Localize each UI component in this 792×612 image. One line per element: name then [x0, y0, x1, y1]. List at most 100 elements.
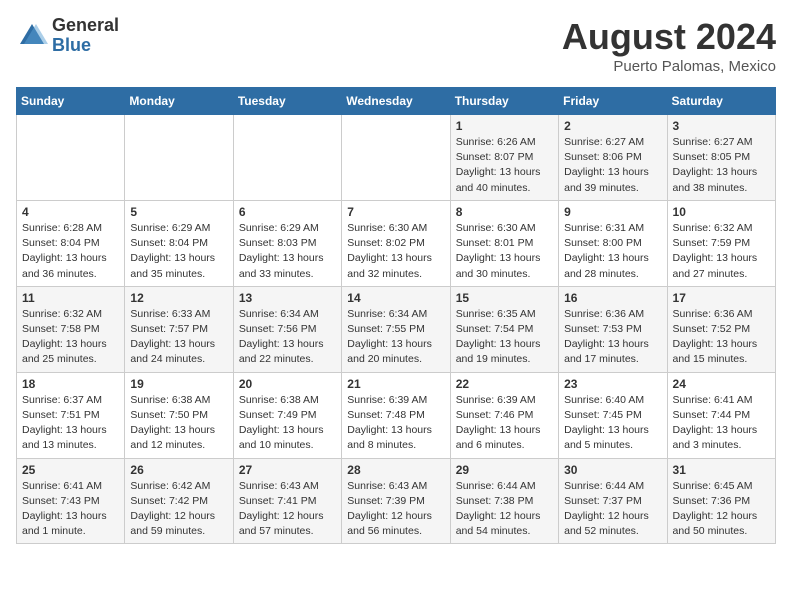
- day-info: Sunrise: 6:27 AM Sunset: 8:05 PM Dayligh…: [673, 135, 770, 196]
- day-info: Sunrise: 6:36 AM Sunset: 7:52 PM Dayligh…: [673, 307, 770, 368]
- calendar-cell: 23Sunrise: 6:40 AM Sunset: 7:45 PM Dayli…: [559, 372, 667, 458]
- day-info: Sunrise: 6:34 AM Sunset: 7:56 PM Dayligh…: [239, 307, 336, 368]
- day-number: 12: [130, 291, 227, 305]
- calendar-cell: 13Sunrise: 6:34 AM Sunset: 7:56 PM Dayli…: [233, 286, 341, 372]
- calendar-cell: 26Sunrise: 6:42 AM Sunset: 7:42 PM Dayli…: [125, 458, 233, 544]
- calendar-cell: [125, 115, 233, 201]
- day-info: Sunrise: 6:26 AM Sunset: 8:07 PM Dayligh…: [456, 135, 553, 196]
- calendar-header-saturday: Saturday: [667, 88, 775, 115]
- day-info: Sunrise: 6:39 AM Sunset: 7:48 PM Dayligh…: [347, 393, 444, 454]
- calendar-cell: 14Sunrise: 6:34 AM Sunset: 7:55 PM Dayli…: [342, 286, 450, 372]
- day-info: Sunrise: 6:43 AM Sunset: 7:41 PM Dayligh…: [239, 479, 336, 540]
- logo: General Blue: [16, 16, 119, 56]
- day-info: Sunrise: 6:41 AM Sunset: 7:43 PM Dayligh…: [22, 479, 119, 540]
- calendar-cell: 9 Sunrise: 6:31 AM Sunset: 8:00 PM Daylig…: [559, 200, 667, 286]
- day-number: 4: [22, 205, 119, 219]
- day-number: 24: [673, 377, 770, 391]
- day-info: Sunrise: 6:44 AM Sunset: 7:38 PM Dayligh…: [456, 479, 553, 540]
- day-info: Sunrise: 6:41 AM Sunset: 7:44 PM Dayligh…: [673, 393, 770, 454]
- title-block: August 2024 Puerto Palomas, Mexico: [562, 16, 776, 75]
- calendar-cell: 3 Sunrise: 6:27 AM Sunset: 8:05 PM Daylig…: [667, 115, 775, 201]
- day-info: Sunrise: 6:31 AM Sunset: 8:00 PM Dayligh…: [564, 221, 661, 282]
- calendar-cell: 31 Sunrise: 6:45 AM Sunset: 7:36 PM Dayli…: [667, 458, 775, 544]
- calendar-cell: 4 Sunrise: 6:28 AM Sunset: 8:04 PM Daylig…: [17, 200, 125, 286]
- calendar-cell: 20 Sunrise: 6:38 AM Sunset: 7:49 PM Dayli…: [233, 372, 341, 458]
- day-info: Sunrise: 6:45 AM Sunset: 7:36 PM Dayligh…: [673, 479, 770, 540]
- day-number: 15: [456, 291, 553, 305]
- day-number: 10: [673, 205, 770, 219]
- day-number: 18: [22, 377, 119, 391]
- calendar-cell: 16 Sunrise: 6:36 AM Sunset: 7:53 PM Dayli…: [559, 286, 667, 372]
- day-info: Sunrise: 6:33 AM Sunset: 7:57 PM Dayligh…: [130, 307, 227, 368]
- calendar-week-row: 11Sunrise: 6:32 AM Sunset: 7:58 PM Dayli…: [17, 286, 776, 372]
- calendar-cell: [342, 115, 450, 201]
- day-number: 6: [239, 205, 336, 219]
- calendar-header-row: SundayMondayTuesdayWednesdayThursdayFrid…: [17, 88, 776, 115]
- day-info: Sunrise: 6:44 AM Sunset: 7:37 PM Dayligh…: [564, 479, 661, 540]
- calendar-cell: 8Sunrise: 6:30 AM Sunset: 8:01 PM Daylig…: [450, 200, 558, 286]
- calendar-cell: 15 Sunrise: 6:35 AM Sunset: 7:54 PM Dayli…: [450, 286, 558, 372]
- calendar-cell: 1 Sunrise: 6:26 AM Sunset: 8:07 PM Daylig…: [450, 115, 558, 201]
- day-number: 21: [347, 377, 444, 391]
- calendar-cell: 5Sunrise: 6:29 AM Sunset: 8:04 PM Daylig…: [125, 200, 233, 286]
- calendar-table: SundayMondayTuesdayWednesdayThursdayFrid…: [16, 87, 776, 544]
- calendar-cell: 24 Sunrise: 6:41 AM Sunset: 7:44 PM Dayli…: [667, 372, 775, 458]
- logo-blue-text: Blue: [52, 36, 119, 56]
- page-header: General Blue August 2024 Puerto Palomas,…: [16, 16, 776, 75]
- day-number: 14: [347, 291, 444, 305]
- day-number: 17: [673, 291, 770, 305]
- calendar-week-row: 4 Sunrise: 6:28 AM Sunset: 8:04 PM Daylig…: [17, 200, 776, 286]
- calendar-cell: 12 Sunrise: 6:33 AM Sunset: 7:57 PM Dayli…: [125, 286, 233, 372]
- day-info: Sunrise: 6:35 AM Sunset: 7:54 PM Dayligh…: [456, 307, 553, 368]
- logo-icon: [16, 20, 48, 52]
- calendar-header-sunday: Sunday: [17, 88, 125, 115]
- day-number: 29: [456, 463, 553, 477]
- calendar-cell: 17 Sunrise: 6:36 AM Sunset: 7:52 PM Dayli…: [667, 286, 775, 372]
- day-number: 16: [564, 291, 661, 305]
- calendar-cell: 21 Sunrise: 6:39 AM Sunset: 7:48 PM Dayli…: [342, 372, 450, 458]
- day-info: Sunrise: 6:42 AM Sunset: 7:42 PM Dayligh…: [130, 479, 227, 540]
- calendar-header-tuesday: Tuesday: [233, 88, 341, 115]
- day-info: Sunrise: 6:39 AM Sunset: 7:46 PM Dayligh…: [456, 393, 553, 454]
- logo-text: General Blue: [52, 16, 119, 56]
- day-info: Sunrise: 6:27 AM Sunset: 8:06 PM Dayligh…: [564, 135, 661, 196]
- calendar-cell: [17, 115, 125, 201]
- calendar-cell: 10 Sunrise: 6:32 AM Sunset: 7:59 PM Dayli…: [667, 200, 775, 286]
- day-info: Sunrise: 6:28 AM Sunset: 8:04 PM Dayligh…: [22, 221, 119, 282]
- calendar-cell: 11Sunrise: 6:32 AM Sunset: 7:58 PM Dayli…: [17, 286, 125, 372]
- day-info: Sunrise: 6:29 AM Sunset: 8:04 PM Dayligh…: [130, 221, 227, 282]
- day-number: 25: [22, 463, 119, 477]
- calendar-week-row: 18 Sunrise: 6:37 AM Sunset: 7:51 PM Dayli…: [17, 372, 776, 458]
- calendar-header-monday: Monday: [125, 88, 233, 115]
- calendar-cell: 29 Sunrise: 6:44 AM Sunset: 7:38 PM Dayli…: [450, 458, 558, 544]
- day-number: 11: [22, 291, 119, 305]
- day-number: 27: [239, 463, 336, 477]
- calendar-cell: 27 Sunrise: 6:43 AM Sunset: 7:41 PM Dayli…: [233, 458, 341, 544]
- day-info: Sunrise: 6:37 AM Sunset: 7:51 PM Dayligh…: [22, 393, 119, 454]
- day-info: Sunrise: 6:32 AM Sunset: 7:59 PM Dayligh…: [673, 221, 770, 282]
- day-number: 2: [564, 119, 661, 133]
- calendar-header-thursday: Thursday: [450, 88, 558, 115]
- calendar-cell: [233, 115, 341, 201]
- location-subtitle: Puerto Palomas, Mexico: [562, 58, 776, 75]
- day-number: 3: [673, 119, 770, 133]
- calendar-cell: 22Sunrise: 6:39 AM Sunset: 7:46 PM Dayli…: [450, 372, 558, 458]
- day-info: Sunrise: 6:36 AM Sunset: 7:53 PM Dayligh…: [564, 307, 661, 368]
- day-number: 30: [564, 463, 661, 477]
- calendar-cell: 28Sunrise: 6:43 AM Sunset: 7:39 PM Dayli…: [342, 458, 450, 544]
- calendar-cell: 25 Sunrise: 6:41 AM Sunset: 7:43 PM Dayli…: [17, 458, 125, 544]
- day-info: Sunrise: 6:29 AM Sunset: 8:03 PM Dayligh…: [239, 221, 336, 282]
- calendar-week-row: 25 Sunrise: 6:41 AM Sunset: 7:43 PM Dayli…: [17, 458, 776, 544]
- day-number: 28: [347, 463, 444, 477]
- logo-general-text: General: [52, 16, 119, 36]
- calendar-cell: 6 Sunrise: 6:29 AM Sunset: 8:03 PM Daylig…: [233, 200, 341, 286]
- day-info: Sunrise: 6:38 AM Sunset: 7:49 PM Dayligh…: [239, 393, 336, 454]
- calendar-cell: 18 Sunrise: 6:37 AM Sunset: 7:51 PM Dayli…: [17, 372, 125, 458]
- day-number: 8: [456, 205, 553, 219]
- day-number: 1: [456, 119, 553, 133]
- day-number: 31: [673, 463, 770, 477]
- calendar-cell: 2 Sunrise: 6:27 AM Sunset: 8:06 PM Daylig…: [559, 115, 667, 201]
- day-number: 9: [564, 205, 661, 219]
- calendar-header-wednesday: Wednesday: [342, 88, 450, 115]
- day-number: 20: [239, 377, 336, 391]
